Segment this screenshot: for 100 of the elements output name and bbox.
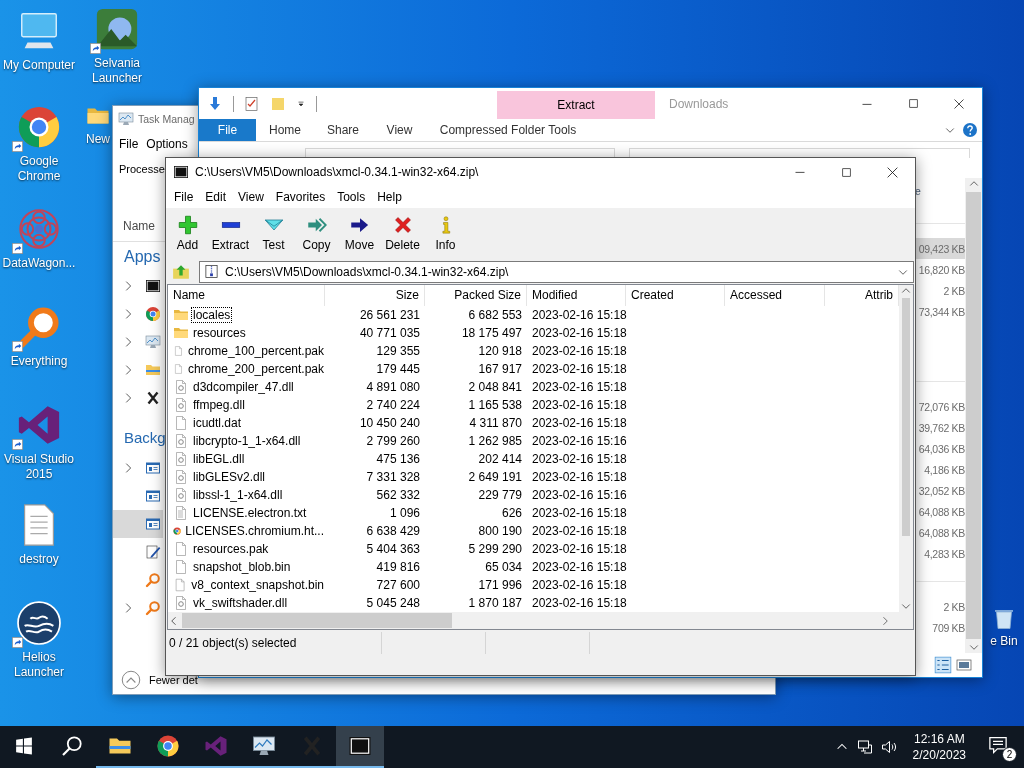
toolbar-button[interactable]: Info [424,210,467,257]
toolbar-button[interactable]: Test [252,210,295,257]
menu-item[interactable]: Edit [199,190,233,204]
file-name[interactable]: d3dcompiler_47.dll [192,379,295,394]
column-header[interactable]: e [915,185,921,197]
shortcut-arrow-icon [12,141,23,152]
notification-icon [988,735,1008,755]
file-name[interactable]: LICENSES.chromium.ht... [184,524,325,539]
desktop-icon-label[interactable]: New [86,132,110,147]
menu-item[interactable]: File [119,137,139,151]
file-size[interactable]: 72,076 KB [915,396,965,417]
file-size[interactable]: 16,820 KB [915,259,965,280]
menu-item[interactable]: Help [371,190,408,204]
notification-button[interactable]: 2 [982,731,1018,763]
file-size[interactable]: 4,283 KB [915,543,965,564]
double-arrow-icon [306,215,327,235]
file-name[interactable]: snapshot_blob.bin [192,560,292,575]
file-size[interactable]: 64,036 KB [915,438,965,459]
shortcut-arrow-icon [12,243,23,254]
table-cell-text: 2 740 224 [365,396,421,414]
table-cell-text: 120 918 [477,342,523,360]
file-size[interactable]: 73,344 KB [915,301,965,322]
file-name[interactable]: libssl-1_1-x64.dll [192,488,284,502]
toolbar-button[interactable]: Copy [295,210,338,257]
gear-file-icon [173,595,189,612]
column-header[interactable]: Modified [527,285,626,306]
menu-item[interactable]: Options [146,137,188,151]
file-name[interactable]: icudtl.dat [192,415,243,430]
file-size[interactable]: 32,052 KB [915,480,965,501]
desktop-icon-label[interactable]: Selvania Launcher [78,56,156,86]
file-name[interactable]: libEGL.dll [192,452,246,466]
table-cell-text: 179 445 [375,360,421,378]
table-cell-text: 26 561 231 [358,306,421,324]
gear-file-icon [173,396,189,413]
clock[interactable]: 12:16 AM 2/20/2023 [904,731,974,763]
fewer-details-link[interactable]: Fewer det [149,674,198,686]
table-cell-text: 7 331 328 [365,469,421,486]
column-header[interactable]: Accessed [725,285,825,306]
toolbar-button[interactable]: Delete [381,210,424,257]
file-name[interactable]: v8_context_snapshot.bin [190,578,325,593]
file-size[interactable]: 64,088 KB [915,522,965,543]
taskbar-button[interactable] [336,726,384,768]
desktop-icon-label[interactable]: e Bin [990,634,1018,649]
gear-file-icon [173,451,189,467]
table-cell-text: 1 165 538 [467,396,523,414]
thumbnail-view-icon [956,657,972,673]
column-header[interactable]: Created [626,285,725,306]
file-size[interactable]: 4,186 KB [915,459,965,480]
file-name[interactable]: libcrypto-1_1-x64.dll [192,433,302,448]
menu-item[interactable]: Favorites [269,190,332,204]
table-cell-text: 1 096 [388,505,421,523]
file-name[interactable]: vk_swiftshader.dll [192,596,289,611]
scrollbar[interactable] [168,612,913,629]
file-name[interactable]: resources.pak [192,542,270,557]
file-name[interactable]: locales [192,307,232,322]
tab[interactable]: Processe [119,163,165,175]
column-header[interactable]: Name [168,285,325,306]
notification-badge: 2 [1002,747,1017,762]
menu-item[interactable]: File [168,190,200,204]
scrollbar[interactable] [965,178,982,653]
gear-file-icon [173,469,189,485]
ribbon-tab[interactable]: Share [314,119,372,141]
file-size[interactable]: 2 KB [915,596,965,617]
details-view-button[interactable] [934,656,952,674]
file-size[interactable]: 709 KB [915,617,965,638]
file-name[interactable]: chrome_100_percent.pak [186,343,325,358]
column-header[interactable]: Packed Size [425,285,527,306]
file-name[interactable]: ffmpeg.dll [192,397,246,412]
ribbon-tab[interactable]: Compressed Folder Tools [429,119,587,141]
file-menu-button[interactable]: File [199,119,256,141]
menu-item[interactable]: Tools [331,190,372,204]
file-name[interactable]: chrome_200_percent.pak [186,361,325,376]
plus-icon [177,215,198,235]
thumbnails-view-button[interactable] [956,657,972,673]
cross-icon [145,390,161,406]
scrollbar[interactable] [899,285,913,612]
ribbon-tab[interactable]: Home [256,119,314,141]
file-icon [173,541,189,558]
toolbar-button[interactable]: Move [338,210,381,257]
file-name[interactable]: LICENSE.electron.txt [192,506,308,521]
table-cell-text: 5 404 363 [365,541,421,559]
column-header[interactable]: Size [325,285,425,306]
toolbar-button[interactable]: Add [166,210,209,257]
ribbon-tab[interactable]: View [372,119,427,141]
table-cell-text: 2023-02-16 15:18 [531,414,626,432]
table-cell-text: 2023-02-16 15:18 [531,505,626,523]
file-name[interactable]: libGLESv2.dll [192,470,267,484]
file-size[interactable]: 39,762 KB [915,417,965,438]
loop-icon [204,734,228,758]
toolbar-button[interactable]: Extract [209,210,252,257]
file-size[interactable]: 09,423 KB [915,238,965,259]
window-title: Downloads [669,96,729,111]
file-size[interactable]: 64,088 KB [915,501,965,522]
file-size[interactable]: 2 KB [915,280,965,301]
column-header[interactable]: Name [123,219,155,233]
path-field[interactable]: C:\Users\VM5\Downloads\xmcl-0.34.1-win32-x64.zip\ [199,260,914,283]
table-cell-text: 171 996 [477,577,523,595]
file-name[interactable]: resources [192,325,247,340]
context-tab-header: Extract [497,91,655,119]
menu-item[interactable]: View [232,190,270,204]
